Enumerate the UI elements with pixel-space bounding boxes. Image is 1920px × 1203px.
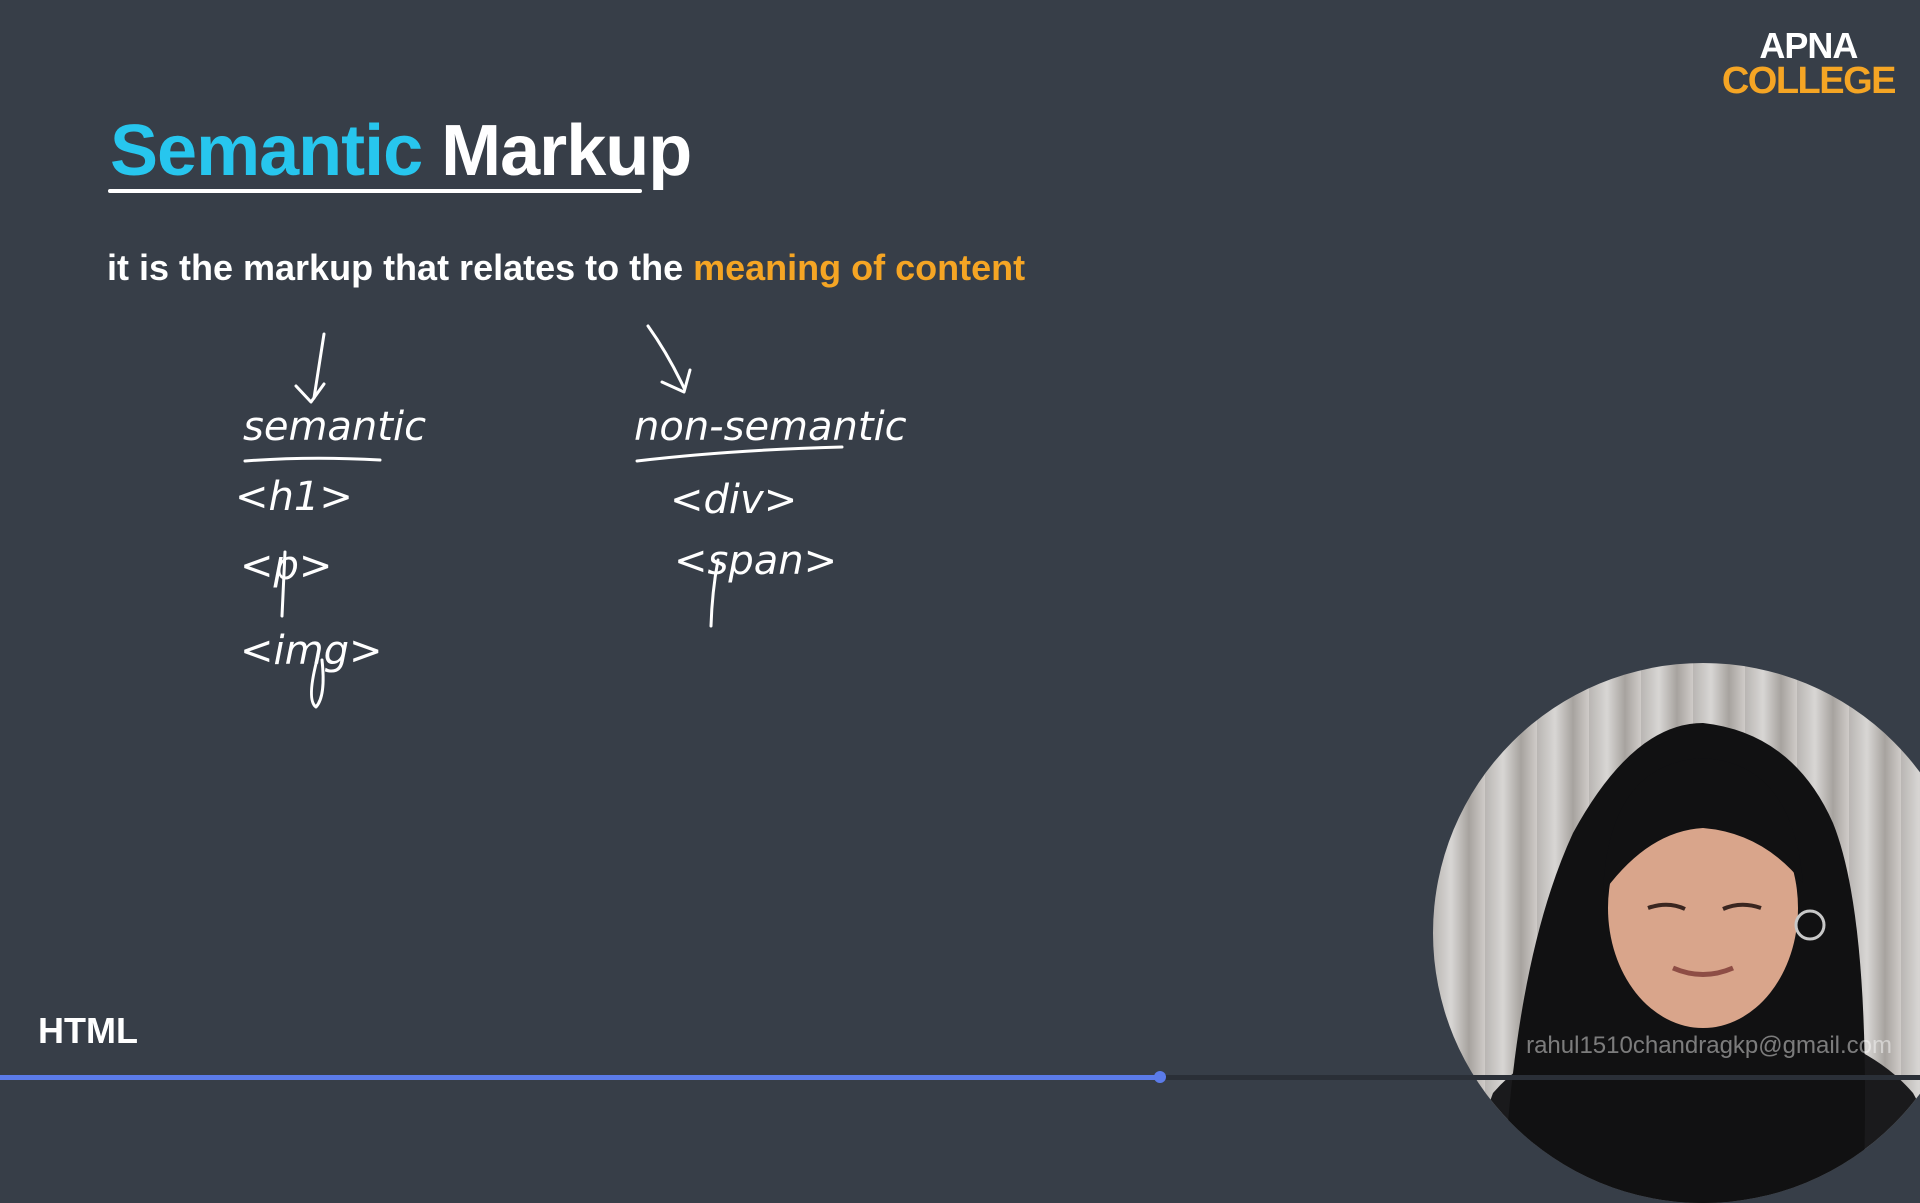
tag-img: <img>: [240, 628, 383, 674]
course-label: HTML: [38, 1010, 138, 1051]
presenter-avatar: [1453, 723, 1920, 1203]
semantic-heading: semantic: [243, 404, 427, 450]
underline-semantic: [243, 456, 382, 463]
lecture-slide: APNA COLLEGE Semantic Markup it is the m…: [0, 0, 1920, 1203]
tag-div: <div>: [670, 477, 798, 523]
video-progress-knob[interactable]: [1153, 1071, 1166, 1083]
watermark-email: rahul1510chandragkp@gmail.com: [1526, 1032, 1892, 1059]
tag-p: <p>: [240, 543, 333, 589]
tag-span: <span>: [674, 538, 838, 584]
presenter-webcam: [1433, 663, 1920, 1203]
arrow-to-non-semantic: [646, 324, 686, 390]
video-progress-fill: [0, 1075, 1160, 1080]
tag-h1: <h1>: [235, 474, 353, 520]
video-progress-bar[interactable]: [0, 1075, 1920, 1080]
non-semantic-heading: non-semantic: [634, 404, 907, 450]
arrow-to-semantic-head: [294, 382, 326, 404]
